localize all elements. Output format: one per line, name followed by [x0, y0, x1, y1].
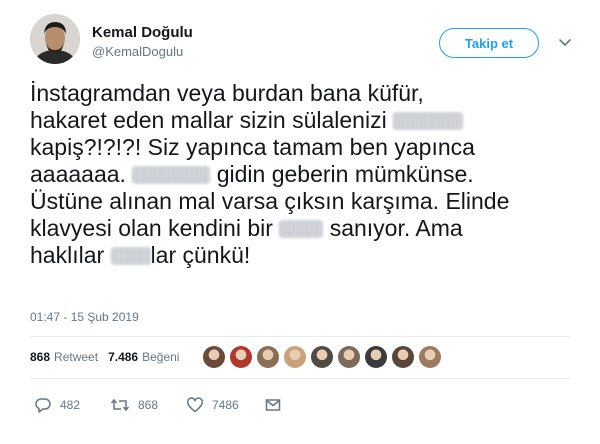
tweet-text-segment: Üstüne alınan mal varsa çıksın karşıma. … [30, 188, 510, 214]
tweet-line-7: haklılar lar çünkü! [30, 242, 590, 269]
tweet-line-5: Üstüne alınan mal varsa çıksın karşıma. … [30, 188, 590, 215]
retweet-button[interactable]: 868 [110, 394, 158, 416]
liker-avatar[interactable] [392, 346, 415, 368]
like-button[interactable]: 7486 [186, 394, 239, 416]
like-label[interactable]: Beğeni [142, 350, 179, 364]
reply-icon [35, 398, 51, 413]
tweet-stats: 868 Retweet 7.486 Beğeni [30, 342, 570, 372]
liker-avatar[interactable] [203, 346, 226, 368]
liker-avatar[interactable] [419, 346, 442, 368]
tweet-line-6: klavyesi olan kendini bir sanıyor. Ama [30, 215, 590, 242]
censored-word [393, 112, 464, 130]
retweet-icon [110, 398, 130, 412]
avatar[interactable] [30, 14, 80, 64]
reply-count: 482 [60, 398, 81, 412]
liker-avatar[interactable] [338, 346, 361, 368]
chevron-down-icon[interactable] [557, 34, 573, 50]
tweet-text-segment: sanıyor. Ama [329, 215, 463, 241]
liker-avatar[interactable] [311, 346, 334, 368]
censored-word [132, 166, 211, 184]
tweet-text-segment: klavyesi olan kendini bir [30, 215, 273, 241]
tweet-line-3: kapiş?!?!?! Siz yapınca tamam ben yapınc… [30, 134, 590, 161]
tweet-text-segment: lar çünkü! [150, 242, 251, 268]
divider [30, 336, 570, 337]
tweet-actions: 482 868 7486 [30, 394, 570, 416]
tweet-text-segment: kapiş?!?!?! Siz yapınca tamam ben yapınc… [30, 134, 475, 160]
tweet-text: İnstagramdan veya burdan bana küfür, hak… [30, 80, 590, 269]
tweet-text-segment: hakaret eden mallar sizin sülalenizi [30, 107, 387, 133]
tweet-line-2: hakaret eden mallar sizin sülalenizi [30, 107, 590, 134]
retweet-count[interactable]: 868 [30, 350, 50, 364]
message-button[interactable] [264, 394, 290, 416]
like-count[interactable]: 7.486 [108, 350, 138, 364]
tweet-line-1: İnstagramdan veya burdan bana küfür, [30, 80, 590, 107]
tweet-header: Kemal Doğulu @KemalDogulu Takip et [30, 14, 590, 66]
liker-avatar[interactable] [257, 346, 280, 368]
user-handle[interactable]: @KemalDogulu [92, 44, 183, 59]
follow-button[interactable]: Takip et [439, 28, 539, 58]
like-action-count: 7486 [212, 398, 239, 412]
liker-avatar[interactable] [284, 346, 307, 368]
tweet-text-segment: haklılar [30, 242, 105, 268]
user-name[interactable]: Kemal Doğulu [92, 24, 193, 41]
reply-button[interactable]: 482 [34, 394, 80, 416]
liker-avatars [203, 346, 446, 368]
censored-word [279, 220, 324, 238]
heart-icon [187, 397, 203, 413]
tweet-timestamp[interactable]: 01:47 - 15 Şub 2019 [30, 310, 139, 324]
mail-icon [265, 399, 281, 411]
tweet-text-segment: gidin geberin mümkünse. [216, 161, 474, 187]
tweet-text-segment: aaaaaaa. [30, 161, 126, 187]
retweet-action-count: 868 [138, 398, 159, 412]
tweet-text-segment: İnstagramdan veya burdan bana küfür, [30, 80, 424, 106]
liker-avatar[interactable] [365, 346, 388, 368]
censored-word [110, 247, 151, 265]
tweet-line-4: aaaaaaa. gidin geberin mümkünse. [30, 161, 590, 188]
liker-avatar[interactable] [230, 346, 253, 368]
divider [30, 378, 570, 379]
retweet-label[interactable]: Retweet [54, 350, 98, 364]
